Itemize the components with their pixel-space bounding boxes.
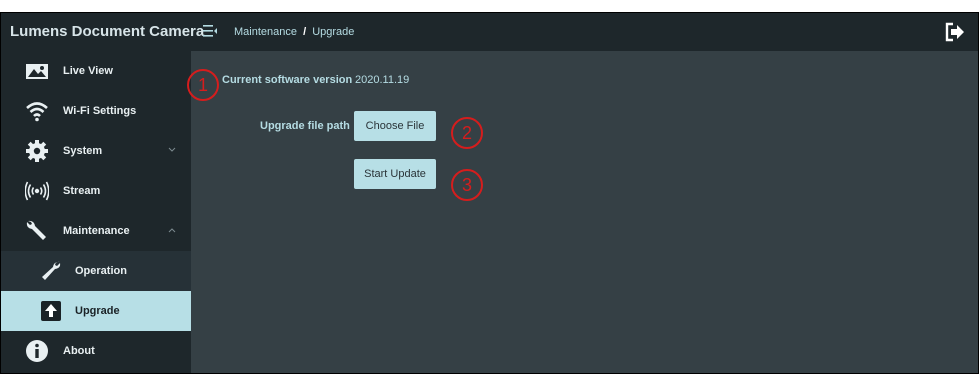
sidebar-item-upgrade[interactable]: Upgrade <box>1 291 191 331</box>
sidebar-item-system[interactable]: System <box>1 131 191 171</box>
sidebar-item-maintenance[interactable]: Maintenance <box>1 211 191 251</box>
app-title: Lumens Document Camera <box>10 23 205 40</box>
start-update-button[interactable]: Start Update <box>354 159 436 189</box>
software-version-label: Current software version <box>222 74 353 86</box>
chevron-down-icon <box>168 147 176 152</box>
wrench-icon <box>42 261 61 280</box>
logout-icon[interactable] <box>945 22 965 42</box>
breadcrumb: Maintenance / Upgrade <box>234 13 354 51</box>
sidebar-item-label: Live View <box>63 65 113 77</box>
sidebar-item-label: Stream <box>63 185 101 197</box>
sidebar-item-wifi-settings[interactable]: Wi-Fi Settings <box>1 91 191 131</box>
annotation-marker-3: 3 <box>451 169 483 201</box>
sidebar-item-label: Upgrade <box>75 305 120 317</box>
wrench-icon <box>26 220 46 240</box>
gear-icon <box>26 140 48 162</box>
broadcast-icon <box>25 181 49 201</box>
annotation-marker-1: 1 <box>187 69 219 101</box>
breadcrumb-separator: / <box>303 26 307 38</box>
sidebar-item-label: Maintenance <box>63 225 130 237</box>
software-version-value: 2020.11.19 <box>355 74 410 86</box>
image-icon <box>26 64 48 79</box>
sidebar-item-label: System <box>63 145 103 157</box>
sidebar-item-label: Wi-Fi Settings <box>63 105 137 117</box>
sidebar-item-stream[interactable]: Stream <box>1 171 191 211</box>
sidebar-item-about[interactable]: About <box>1 331 191 371</box>
wifi-icon <box>26 102 48 122</box>
upload-icon <box>41 301 61 321</box>
sidebar-item-operation[interactable]: Operation <box>1 251 191 291</box>
choose-file-button[interactable]: Choose File <box>354 111 436 141</box>
sidebar: Live View Wi-Fi Settings System Stream M… <box>1 51 191 373</box>
breadcrumb-parent[interactable]: Maintenance <box>234 26 297 38</box>
menu-toggle-icon[interactable] <box>203 24 217 38</box>
upgrade-file-path-label: Upgrade file path <box>260 120 350 132</box>
sidebar-item-live-view[interactable]: Live View <box>1 51 191 91</box>
sidebar-item-label: About <box>63 345 95 357</box>
top-bar: Lumens Document Camera Maintenance / Upg… <box>1 13 978 51</box>
info-icon <box>26 340 48 362</box>
annotation-marker-2: 2 <box>451 117 483 149</box>
breadcrumb-current: Upgrade <box>312 26 355 38</box>
sidebar-item-label: Operation <box>75 265 127 277</box>
app-window: Lumens Document Camera Maintenance / Upg… <box>0 12 979 374</box>
main-content: Current software version 2020.11.19 Upgr… <box>191 51 978 373</box>
chevron-up-icon <box>168 228 176 233</box>
